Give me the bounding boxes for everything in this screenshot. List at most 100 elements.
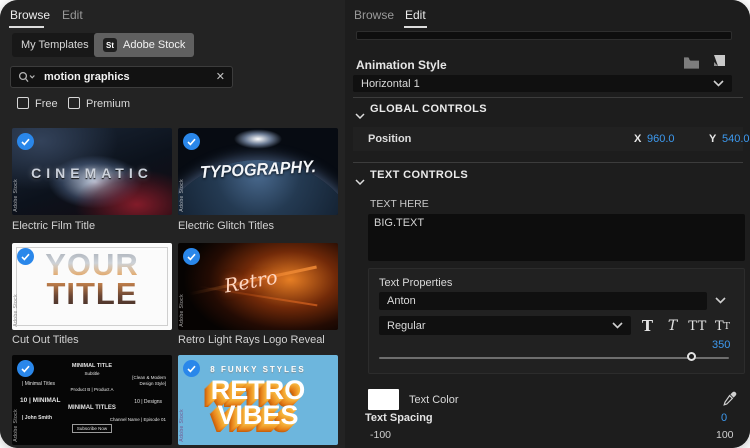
mini-title-text: | John Smith: [22, 415, 53, 421]
thumbnail-tagline: 8 FUNKY STYLES: [210, 365, 306, 374]
stock-watermark: Adobe Stock: [179, 179, 185, 212]
global-controls-header[interactable]: GLOBAL CONTROLS: [370, 103, 487, 115]
tab-edit-right[interactable]: Edit: [405, 8, 426, 22]
chevron-down-icon[interactable]: [355, 106, 365, 124]
tab-edit-left[interactable]: Edit: [62, 8, 83, 22]
small-caps-small-glyph: T: [723, 320, 730, 332]
text-spacing-max: 100: [716, 429, 734, 441]
position-y-label: Y: [709, 133, 717, 145]
text-spacing-label: Text Spacing: [365, 412, 433, 424]
tab-edit-underline: [404, 26, 427, 28]
tab-browse-right[interactable]: Browse: [354, 8, 394, 22]
mini-title-text: MINIMAL TITLE: [71, 363, 113, 369]
chevron-down-icon[interactable]: [355, 172, 365, 190]
mini-title-text: 10 | Designs: [134, 399, 162, 405]
tab-browse-left[interactable]: Browse: [10, 8, 50, 22]
browse-panel: Browse Edit My Templates St Adobe Stock …: [0, 0, 345, 448]
small-caps-big-glyph: T: [714, 318, 724, 334]
template-electric-glitch-titles[interactable]: Adobe Stock TYPOGRAPHY.: [178, 128, 338, 215]
template-caption: Cut Out Titles: [12, 334, 79, 346]
chevron-down-icon: [612, 322, 623, 329]
thumbnail-art-text: YOUR TITLE: [12, 250, 172, 309]
selected-check-icon: [17, 133, 34, 150]
search-box[interactable]: ✕: [10, 66, 233, 88]
tab-adobe-stock[interactable]: St Adobe Stock: [94, 33, 195, 57]
mini-title-text: Subscribe Now: [12, 424, 172, 433]
position-y-value[interactable]: 540.0: [722, 133, 750, 145]
text-properties-label: Text Properties: [379, 277, 453, 289]
checkbox-free[interactable]: [17, 97, 29, 109]
font-size-value[interactable]: 350: [712, 339, 730, 351]
adobe-stock-label: Adobe Stock: [123, 39, 186, 51]
art-line-2: TITLE: [46, 276, 138, 312]
search-clear-icon[interactable]: ✕: [216, 71, 225, 83]
checkbox-premium-label: Premium: [86, 98, 131, 110]
adobe-stock-icon: St: [103, 38, 117, 52]
text-controls-header[interactable]: TEXT CONTROLS: [370, 169, 468, 181]
selected-check-icon: [183, 133, 200, 150]
text-here-label: TEXT HERE: [370, 198, 429, 210]
search-input[interactable]: [42, 70, 216, 84]
new-item-icon[interactable]: [711, 54, 726, 74]
faux-bold-button[interactable]: T: [636, 315, 659, 337]
template-retro-vibes[interactable]: Adobe Stock 8 FUNKY STYLES RETRO VIBES: [178, 355, 338, 445]
folder-icon[interactable]: [683, 56, 700, 74]
mini-title-text: Channel Name | Episode 01: [109, 417, 166, 422]
checkbox-free-label: Free: [35, 98, 58, 110]
position-x-label: X: [634, 133, 642, 145]
art-line-1: YOUR: [45, 247, 139, 282]
selected-check-icon: [17, 248, 34, 265]
selected-check-icon: [183, 360, 200, 377]
position-label: Position: [368, 133, 412, 145]
eyedropper-icon[interactable]: [723, 391, 737, 411]
mini-title-text: MINIMAL TITLES: [68, 405, 116, 411]
font-family-dropdown[interactable]: Anton: [379, 292, 707, 310]
font-style-dropdown[interactable]: Regular: [379, 316, 631, 335]
template-retro-light-rays[interactable]: Adobe Stock Retro: [178, 243, 338, 330]
mini-title-text: Product B | Product A: [70, 387, 114, 392]
font-size-slider-handle[interactable]: [687, 352, 696, 361]
checkbox-premium[interactable]: [68, 97, 80, 109]
small-caps-button[interactable]: TT: [711, 315, 734, 337]
animation-style-value: Horizontal 1: [361, 77, 420, 90]
all-caps-button[interactable]: TT: [686, 315, 709, 337]
template-name-bar[interactable]: [356, 31, 732, 40]
template-minimal-titles[interactable]: Adobe Stock MINIMAL TITLE Subtitle | Min…: [12, 355, 172, 445]
subscribe-box: Subscribe Now: [71, 424, 113, 433]
template-electric-film-title[interactable]: Adobe Stock CINEMATIC: [12, 128, 172, 215]
template-cut-out-titles[interactable]: Adobe Stock YOUR TITLE: [12, 243, 172, 330]
sun-flare-graphic: [226, 128, 290, 153]
stock-watermark: Adobe Stock: [13, 294, 19, 327]
template-caption: Electric Film Title: [12, 220, 96, 232]
template-caption: Retro Light Rays Logo Reveal: [178, 334, 325, 346]
text-input-area[interactable]: BIG.TEXT: [368, 214, 745, 261]
tab-my-templates[interactable]: My Templates: [12, 33, 98, 57]
tab-browse-underline: [9, 26, 44, 28]
position-x-value[interactable]: 960.0: [647, 133, 675, 145]
thumbnail-art-text: RETRO VIBES: [178, 376, 338, 428]
stock-watermark: Adobe Stock: [13, 179, 19, 212]
text-color-label: Text Color: [409, 394, 459, 406]
position-row: Position X 960.0 Y 540.0: [353, 127, 750, 151]
thumbnail-art-text: CINEMATIC: [31, 165, 153, 181]
search-icon: [18, 71, 36, 83]
text-spacing-value[interactable]: 0: [721, 412, 727, 424]
text-properties-box: Text Properties Anton Regular T T TT TT …: [368, 268, 745, 374]
chevron-down-icon[interactable]: [715, 297, 726, 304]
mini-title-text: [Clean & Modern Design Style]: [132, 375, 166, 386]
faux-italic-button[interactable]: T: [661, 315, 684, 337]
chevron-down-icon: [713, 80, 724, 87]
font-family-value: Anton: [387, 295, 416, 307]
text-spacing-min: -100: [370, 429, 392, 441]
animation-style-label: Animation Style: [356, 58, 447, 72]
selected-check-icon: [17, 360, 34, 377]
text-color-swatch[interactable]: [368, 389, 399, 410]
stock-watermark: Adobe Stock: [179, 409, 185, 442]
animation-style-dropdown[interactable]: Horizontal 1: [353, 75, 732, 92]
font-style-value: Regular: [387, 319, 426, 332]
template-caption: Electric Glitch Titles: [178, 220, 274, 232]
font-size-slider[interactable]: [379, 357, 729, 359]
section-divider: [353, 97, 743, 98]
section-divider: [353, 162, 743, 163]
stock-watermark: Adobe Stock: [13, 409, 19, 442]
